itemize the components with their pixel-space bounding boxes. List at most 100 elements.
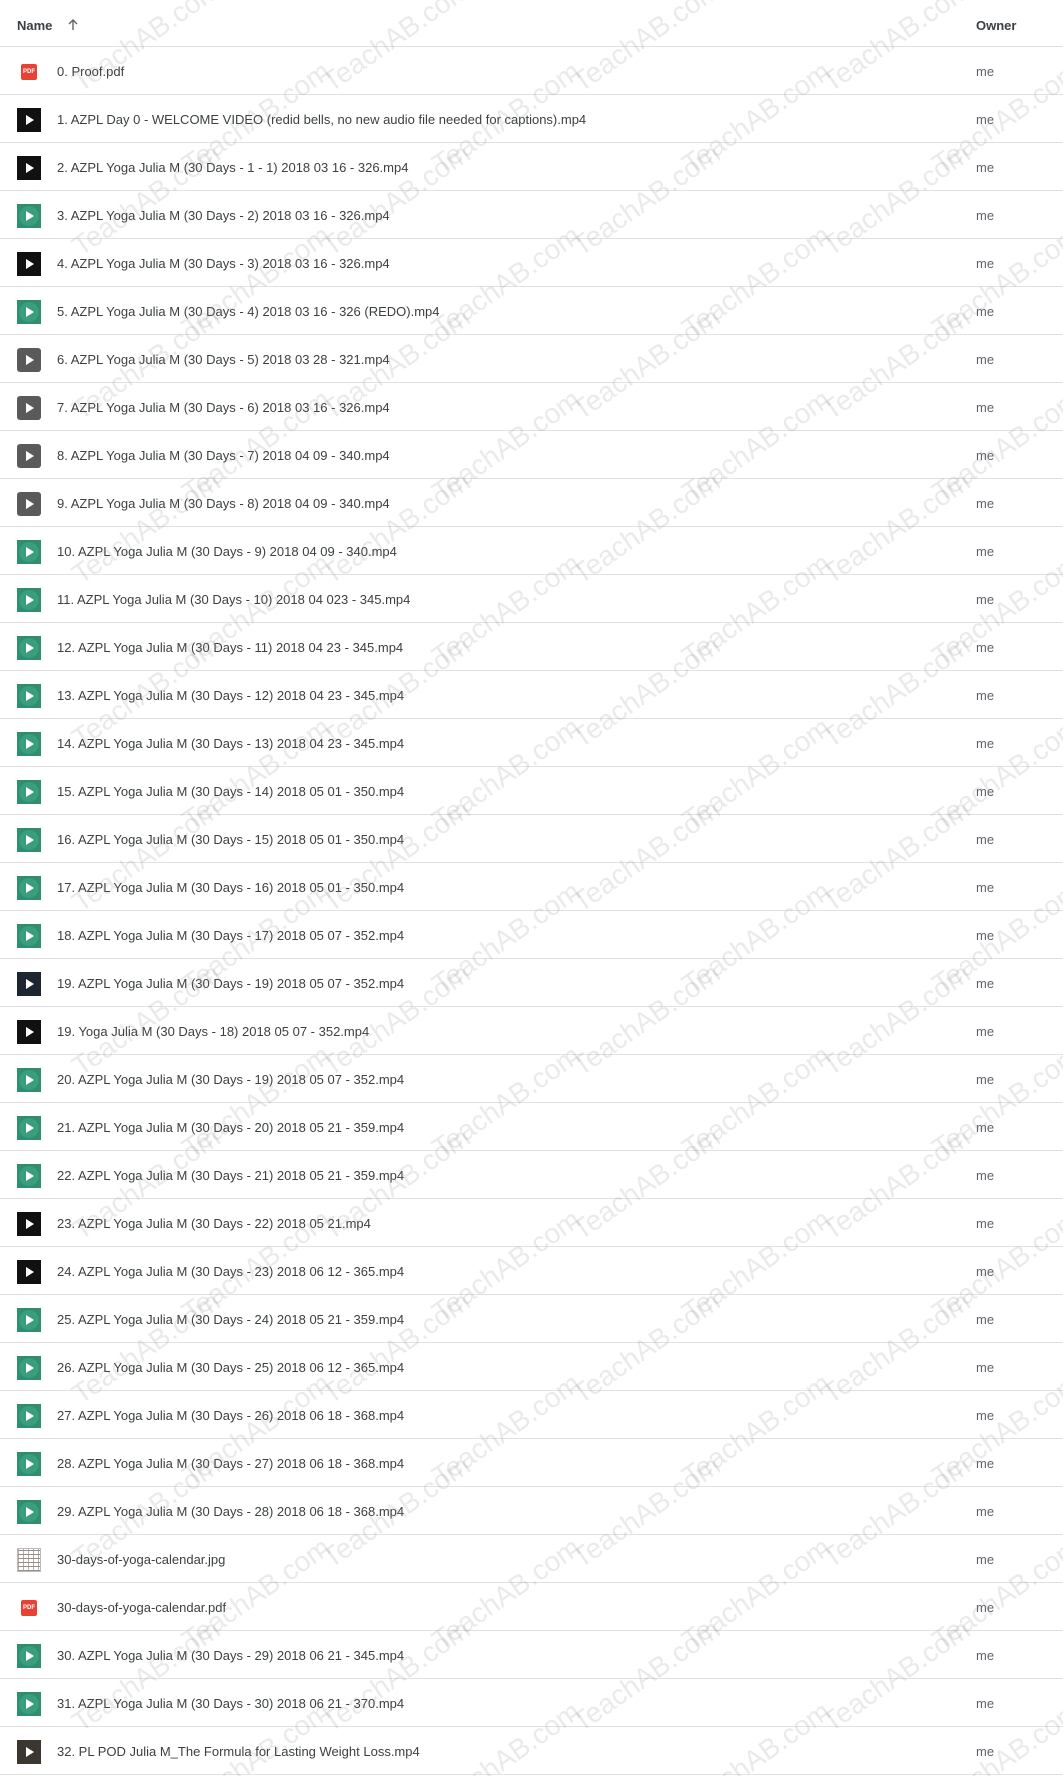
file-row[interactable]: 5. AZPL Yoga Julia M (30 Days - 4) 2018 … <box>0 287 1063 335</box>
file-row[interactable]: 19. AZPL Yoga Julia M (30 Days - 19) 201… <box>0 959 1063 1007</box>
file-name[interactable]: 0. Proof.pdf <box>57 64 124 79</box>
file-row[interactable]: 16. AZPL Yoga Julia M (30 Days - 15) 201… <box>0 815 1063 863</box>
file-name[interactable]: 11. AZPL Yoga Julia M (30 Days - 10) 201… <box>57 592 410 607</box>
file-name[interactable]: 25. AZPL Yoga Julia M (30 Days - 24) 201… <box>57 1312 404 1327</box>
file-name[interactable]: 16. AZPL Yoga Julia M (30 Days - 15) 201… <box>57 832 404 847</box>
file-row[interactable]: 3. AZPL Yoga Julia M (30 Days - 2) 2018 … <box>0 191 1063 239</box>
file-row[interactable]: 18. AZPL Yoga Julia M (30 Days - 17) 201… <box>0 911 1063 959</box>
file-row[interactable]: 29. AZPL Yoga Julia M (30 Days - 28) 201… <box>0 1487 1063 1535</box>
play-icon <box>26 1267 34 1277</box>
file-owner: me <box>976 400 995 415</box>
file-name[interactable]: 8. AZPL Yoga Julia M (30 Days - 7) 2018 … <box>57 448 390 463</box>
file-row[interactable]: PDF 0. Proof.pdf me <box>0 47 1063 95</box>
play-icon <box>26 1219 34 1229</box>
play-icon <box>26 1747 34 1757</box>
file-row[interactable]: 12. AZPL Yoga Julia M (30 Days - 11) 201… <box>0 623 1063 671</box>
file-row[interactable]: 23. AZPL Yoga Julia M (30 Days - 22) 201… <box>0 1199 1063 1247</box>
play-icon <box>26 787 34 797</box>
file-row[interactable]: PDF 30-days-of-yoga-calendar.pdf me <box>0 1583 1063 1631</box>
file-row[interactable]: 13. AZPL Yoga Julia M (30 Days - 12) 201… <box>0 671 1063 719</box>
file-name[interactable]: 26. AZPL Yoga Julia M (30 Days - 25) 201… <box>57 1360 404 1375</box>
video-thumbnail-icon <box>17 1116 41 1140</box>
file-name[interactable]: 15. AZPL Yoga Julia M (30 Days - 14) 201… <box>57 784 404 799</box>
file-name[interactable]: 28. AZPL Yoga Julia M (30 Days - 27) 201… <box>57 1456 404 1471</box>
file-name[interactable]: 27. AZPL Yoga Julia M (30 Days - 26) 201… <box>57 1408 404 1423</box>
file-owner: me <box>976 112 995 127</box>
file-row[interactable]: 17. AZPL Yoga Julia M (30 Days - 16) 201… <box>0 863 1063 911</box>
file-name[interactable]: 18. AZPL Yoga Julia M (30 Days - 17) 201… <box>57 928 404 943</box>
file-owner: me <box>976 160 995 175</box>
file-name[interactable]: 23. AZPL Yoga Julia M (30 Days - 22) 201… <box>57 1216 371 1231</box>
pdf-file-icon: PDF <box>21 1600 37 1616</box>
file-row[interactable]: 32. PL POD Julia M_The Formula for Lasti… <box>0 1727 1063 1775</box>
file-row[interactable]: 27. AZPL Yoga Julia M (30 Days - 26) 201… <box>0 1391 1063 1439</box>
file-name[interactable]: 9. AZPL Yoga Julia M (30 Days - 8) 2018 … <box>57 496 390 511</box>
file-name[interactable]: 19. Yoga Julia M (30 Days - 18) 2018 05 … <box>57 1024 369 1039</box>
file-row[interactable]: 10. AZPL Yoga Julia M (30 Days - 9) 2018… <box>0 527 1063 575</box>
sort-ascending-icon[interactable] <box>66 18 80 32</box>
file-owner: me <box>976 640 995 655</box>
file-name[interactable]: 20. AZPL Yoga Julia M (30 Days - 19) 201… <box>57 1072 404 1087</box>
name-column-header[interactable]: Name <box>17 18 52 33</box>
file-row[interactable]: 6. AZPL Yoga Julia M (30 Days - 5) 2018 … <box>0 335 1063 383</box>
play-icon <box>26 1411 34 1421</box>
file-owner: me <box>976 1504 995 1519</box>
file-row[interactable]: 8. AZPL Yoga Julia M (30 Days - 7) 2018 … <box>0 431 1063 479</box>
file-row[interactable]: 2. AZPL Yoga Julia M (30 Days - 1 - 1) 2… <box>0 143 1063 191</box>
video-thumbnail-icon <box>17 732 41 756</box>
file-name[interactable]: 5. AZPL Yoga Julia M (30 Days - 4) 2018 … <box>57 304 440 319</box>
file-name[interactable]: 1. AZPL Day 0 - WELCOME VIDEO (redid bel… <box>57 112 586 127</box>
file-row[interactable]: 15. AZPL Yoga Julia M (30 Days - 14) 201… <box>0 767 1063 815</box>
video-thumbnail-icon <box>17 1068 41 1092</box>
file-name[interactable]: 30-days-of-yoga-calendar.pdf <box>57 1600 226 1615</box>
file-name[interactable]: 21. AZPL Yoga Julia M (30 Days - 20) 201… <box>57 1120 404 1135</box>
file-row[interactable]: 30-days-of-yoga-calendar.jpg me <box>0 1535 1063 1583</box>
owner-column-header: Owner <box>976 18 1017 33</box>
file-row[interactable]: 21. AZPL Yoga Julia M (30 Days - 20) 201… <box>0 1103 1063 1151</box>
file-name[interactable]: 24. AZPL Yoga Julia M (30 Days - 23) 201… <box>57 1264 404 1279</box>
file-name[interactable]: 17. AZPL Yoga Julia M (30 Days - 16) 201… <box>57 880 404 895</box>
file-row[interactable]: 31. AZPL Yoga Julia M (30 Days - 30) 201… <box>0 1679 1063 1727</box>
file-row[interactable]: 14. AZPL Yoga Julia M (30 Days - 13) 201… <box>0 719 1063 767</box>
file-row[interactable]: 7. AZPL Yoga Julia M (30 Days - 6) 2018 … <box>0 383 1063 431</box>
file-name[interactable]: 14. AZPL Yoga Julia M (30 Days - 13) 201… <box>57 736 404 751</box>
file-owner: me <box>976 352 995 367</box>
pdf-file-icon: PDF <box>21 64 37 80</box>
file-owner: me <box>976 880 995 895</box>
file-row[interactable]: 25. AZPL Yoga Julia M (30 Days - 24) 201… <box>0 1295 1063 1343</box>
file-name[interactable]: 2. AZPL Yoga Julia M (30 Days - 1 - 1) 2… <box>57 160 408 175</box>
video-thumbnail-icon <box>17 1356 41 1380</box>
file-name[interactable]: 12. AZPL Yoga Julia M (30 Days - 11) 201… <box>57 640 403 655</box>
file-name[interactable]: 3. AZPL Yoga Julia M (30 Days - 2) 2018 … <box>57 208 390 223</box>
file-name[interactable]: 7. AZPL Yoga Julia M (30 Days - 6) 2018 … <box>57 400 390 415</box>
file-row[interactable]: 1. AZPL Day 0 - WELCOME VIDEO (redid bel… <box>0 95 1063 143</box>
file-row[interactable]: 9. AZPL Yoga Julia M (30 Days - 8) 2018 … <box>0 479 1063 527</box>
file-name[interactable]: 19. AZPL Yoga Julia M (30 Days - 19) 201… <box>57 976 404 991</box>
file-name[interactable]: 30. AZPL Yoga Julia M (30 Days - 29) 201… <box>57 1648 404 1663</box>
file-row[interactable]: 22. AZPL Yoga Julia M (30 Days - 21) 201… <box>0 1151 1063 1199</box>
file-name[interactable]: 31. AZPL Yoga Julia M (30 Days - 30) 201… <box>57 1696 404 1711</box>
file-row[interactable]: 24. AZPL Yoga Julia M (30 Days - 23) 201… <box>0 1247 1063 1295</box>
file-row[interactable]: 30. AZPL Yoga Julia M (30 Days - 29) 201… <box>0 1631 1063 1679</box>
file-name[interactable]: 22. AZPL Yoga Julia M (30 Days - 21) 201… <box>57 1168 404 1183</box>
video-thumbnail-icon <box>17 828 41 852</box>
play-icon <box>26 499 34 509</box>
file-row[interactable]: 11. AZPL Yoga Julia M (30 Days - 10) 201… <box>0 575 1063 623</box>
file-owner: me <box>976 1072 995 1087</box>
play-icon <box>26 835 34 845</box>
file-name[interactable]: 30-days-of-yoga-calendar.jpg <box>57 1552 225 1567</box>
file-owner: me <box>976 208 995 223</box>
video-thumbnail-icon <box>17 588 41 612</box>
file-row[interactable]: 20. AZPL Yoga Julia M (30 Days - 19) 201… <box>0 1055 1063 1103</box>
file-name[interactable]: 4. AZPL Yoga Julia M (30 Days - 3) 2018 … <box>57 256 390 271</box>
file-row[interactable]: 28. AZPL Yoga Julia M (30 Days - 27) 201… <box>0 1439 1063 1487</box>
file-row[interactable]: 26. AZPL Yoga Julia M (30 Days - 25) 201… <box>0 1343 1063 1391</box>
file-name[interactable]: 13. AZPL Yoga Julia M (30 Days - 12) 201… <box>57 688 404 703</box>
file-name[interactable]: 6. AZPL Yoga Julia M (30 Days - 5) 2018 … <box>57 352 390 367</box>
file-name[interactable]: 10. AZPL Yoga Julia M (30 Days - 9) 2018… <box>57 544 397 559</box>
file-row[interactable]: 4. AZPL Yoga Julia M (30 Days - 3) 2018 … <box>0 239 1063 287</box>
video-thumbnail-icon <box>17 1308 41 1332</box>
file-name[interactable]: 29. AZPL Yoga Julia M (30 Days - 28) 201… <box>57 1504 404 1519</box>
file-row[interactable]: 19. Yoga Julia M (30 Days - 18) 2018 05 … <box>0 1007 1063 1055</box>
file-name[interactable]: 32. PL POD Julia M_The Formula for Lasti… <box>57 1744 420 1759</box>
